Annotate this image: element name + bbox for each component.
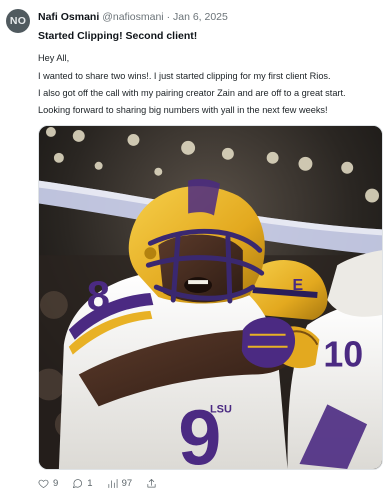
post-title: Started Clipping! Second client! xyxy=(38,30,198,42)
post-date[interactable]: Jan 6, 2025 xyxy=(173,11,228,23)
header-separator: · xyxy=(166,11,171,23)
like-count: 9 xyxy=(53,478,59,489)
football-celebration-photo: 10 E 8 9 LSU xyxy=(39,126,382,469)
post-image[interactable]: 10 E 8 9 LSU xyxy=(38,125,383,470)
jersey-number-right: 10 xyxy=(323,335,363,375)
post-card: NO Nafi Osmani @nafiosmani · Jan 6, 2025… xyxy=(0,0,390,500)
heart-icon xyxy=(38,479,49,488)
views-action[interactable]: 97 xyxy=(107,478,133,489)
view-count: 97 xyxy=(121,478,133,489)
reply-count: 1 xyxy=(87,478,93,489)
post-body-line: I also got off the call with my pairing … xyxy=(38,88,346,98)
avatar[interactable]: NO xyxy=(6,9,30,33)
like-action[interactable]: 9 xyxy=(38,478,58,489)
share-action[interactable] xyxy=(146,478,157,489)
post-header: Nafi Osmani @nafiosmani · Jan 6, 2025 xyxy=(38,11,228,23)
reply-icon xyxy=(73,479,83,488)
jersey-mark: LSU xyxy=(210,403,232,415)
share-icon xyxy=(147,479,156,488)
views-icon xyxy=(108,479,118,488)
helmet-letter: E xyxy=(293,277,304,294)
author-name[interactable]: Nafi Osmani xyxy=(38,11,99,23)
author-handle[interactable]: @nafiosmani xyxy=(102,11,163,23)
jersey-number-shoulder: 8 xyxy=(87,272,110,319)
post-actions: 9 1 97 xyxy=(38,478,171,489)
post-body-line: Hey All, xyxy=(38,53,70,63)
post-body-line: I wanted to share two wins!. I just star… xyxy=(38,71,331,81)
post-body-line: Looking forward to sharing big numbers w… xyxy=(38,105,328,115)
reply-action[interactable]: 1 xyxy=(72,478,93,489)
